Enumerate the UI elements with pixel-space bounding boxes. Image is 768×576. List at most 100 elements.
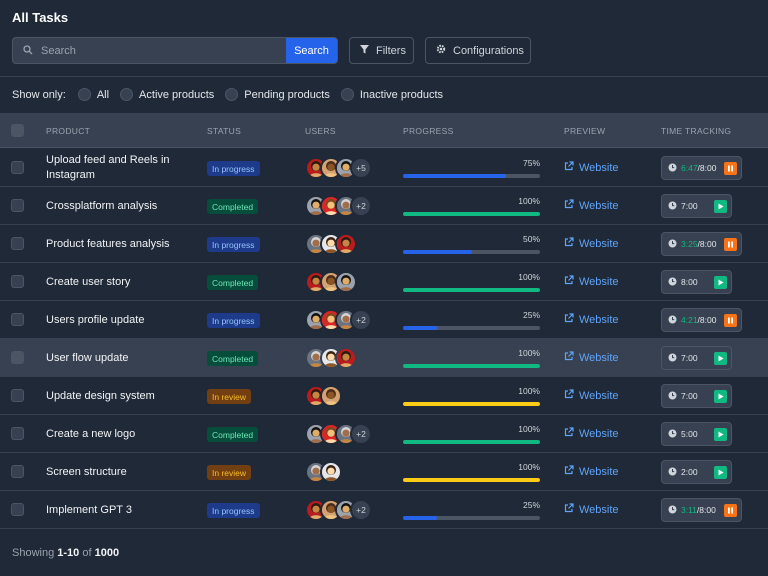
table-row[interactable]: Upload feed and Reels in Instagram In pro… [0,149,768,187]
filters-button[interactable]: Filters [349,37,414,64]
radio-button[interactable] [120,88,134,101]
pause-icon[interactable] [723,503,737,517]
row-checkbox[interactable] [11,389,24,402]
preview-link[interactable]: Website [564,427,619,440]
search-field[interactable] [13,38,286,63]
product-name[interactable]: Update design system [46,377,196,415]
radio-all[interactable]: All [77,88,109,101]
play-icon[interactable] [713,465,727,479]
product-name[interactable]: User flow update [46,339,196,377]
radio-inactive-products[interactable]: Inactive products [340,88,443,101]
row-checkbox[interactable] [11,275,24,288]
play-icon[interactable] [713,199,727,213]
pause-icon[interactable] [724,313,738,327]
time-tracker[interactable]: 3:11/8:00 [661,498,742,522]
time-tracker[interactable]: 2:00 [661,460,732,484]
preview-link[interactable]: Website [564,237,619,250]
user-avatars[interactable] [305,233,357,255]
search-button[interactable]: Search [286,38,337,63]
extra-users-count[interactable]: +2 [350,309,372,331]
user-avatars[interactable]: +5 [305,157,372,179]
column-header-status[interactable]: STATUS [207,126,241,136]
table-row[interactable]: Implement GPT 3 In progress +2 25% Website 3:… [0,491,768,529]
user-avatars[interactable]: +2 [305,309,372,331]
time-tracker[interactable]: 3:25/8:00 [661,232,743,256]
extra-users-count[interactable]: +2 [350,499,372,521]
preview-link[interactable]: Website [564,161,619,174]
table-row[interactable]: Crossplatform analysis Completed +2 100% Web… [0,187,768,225]
radio-pending-products[interactable]: Pending products [225,88,330,101]
row-checkbox[interactable] [11,313,24,326]
avatar[interactable] [320,385,342,407]
product-name[interactable]: Screen structure [46,453,196,491]
row-checkbox[interactable] [11,237,24,250]
play-icon[interactable] [713,389,727,403]
user-avatars[interactable] [305,461,342,483]
row-checkbox[interactable] [11,351,24,364]
preview-link[interactable]: Website [564,313,619,326]
product-name[interactable]: Create a new logo [46,415,196,453]
row-checkbox[interactable] [11,503,24,516]
product-name[interactable]: Upload feed and Reels in Instagram [46,149,196,187]
avatar[interactable] [335,233,357,255]
user-avatars[interactable] [305,271,357,293]
extra-users-count[interactable]: +5 [350,157,372,179]
time-tracker[interactable]: 7:00 [661,346,732,370]
play-icon[interactable] [713,351,727,365]
time-tracker[interactable]: 4:21/8:00 [661,308,743,332]
preview-link[interactable]: Website [564,199,619,212]
table-row[interactable]: Screen structure In review 100% Website 2:00 [0,453,768,491]
column-header-preview[interactable]: PREVIEW [564,126,605,136]
time-tracker[interactable]: 5:00 [661,422,732,446]
product-name[interactable]: Create user story [46,263,196,301]
radio-button[interactable] [340,88,354,101]
column-header-users[interactable]: USERS [305,126,336,136]
time-tracker[interactable]: 8:00 [661,270,732,294]
time-tracker[interactable]: 7:00 [661,384,732,408]
radio-button[interactable] [225,88,239,101]
product-name[interactable]: Users profile update [46,301,196,339]
configurations-button[interactable]: Configurations [425,37,531,64]
radio-button[interactable] [77,88,91,101]
row-checkbox[interactable] [11,199,24,212]
avatar[interactable] [335,347,357,369]
product-name[interactable]: Implement GPT 3 [46,491,196,529]
preview-link[interactable]: Website [564,275,619,288]
user-avatars[interactable] [305,385,342,407]
product-name[interactable]: Product features analysis [46,225,196,263]
avatar[interactable] [335,271,357,293]
time-tracker[interactable]: 7:00 [661,194,732,218]
user-avatars[interactable]: +2 [305,423,372,445]
table-row[interactable]: User flow update Completed 100% Website 7:00 [0,339,768,377]
row-checkbox[interactable] [11,465,24,478]
column-header-time-tracking[interactable]: TIME TRACKING [661,126,731,136]
search-input[interactable] [41,44,261,57]
preview-link[interactable]: Website [564,503,619,516]
row-checkbox[interactable] [11,161,24,174]
avatar[interactable] [320,461,342,483]
select-all-checkbox[interactable] [11,124,24,137]
play-icon[interactable] [713,275,727,289]
preview-link[interactable]: Website [564,389,619,402]
extra-users-count[interactable]: +2 [350,195,372,217]
user-avatars[interactable]: +2 [305,499,372,521]
preview-link[interactable]: Website [564,465,619,478]
column-header-product[interactable]: PRODUCT [46,126,90,136]
user-avatars[interactable] [305,347,357,369]
user-avatars[interactable]: +2 [305,195,372,217]
product-name[interactable]: Crossplatform analysis [46,187,196,225]
play-icon[interactable] [713,427,727,441]
table-row[interactable]: Product features analysis In progress 50% W… [0,225,768,263]
extra-users-count[interactable]: +2 [350,423,372,445]
radio-active-products[interactable]: Active products [120,88,214,101]
preview-link[interactable]: Website [564,351,619,364]
table-row[interactable]: Update design system In review 100% Website… [0,377,768,415]
column-header-progress[interactable]: PROGRESS [403,126,454,136]
row-checkbox[interactable] [11,427,24,440]
time-tracker[interactable]: 6:47/8:00 [661,156,743,180]
table-row[interactable]: Create a new logo Completed +2 100% Website 5… [0,415,768,453]
table-row[interactable]: Users profile update In progress +2 25% Webs… [0,301,768,339]
pause-icon[interactable] [724,237,738,251]
pause-icon[interactable] [724,161,738,175]
table-row[interactable]: Create user story Completed 100% Website 8:0… [0,263,768,301]
